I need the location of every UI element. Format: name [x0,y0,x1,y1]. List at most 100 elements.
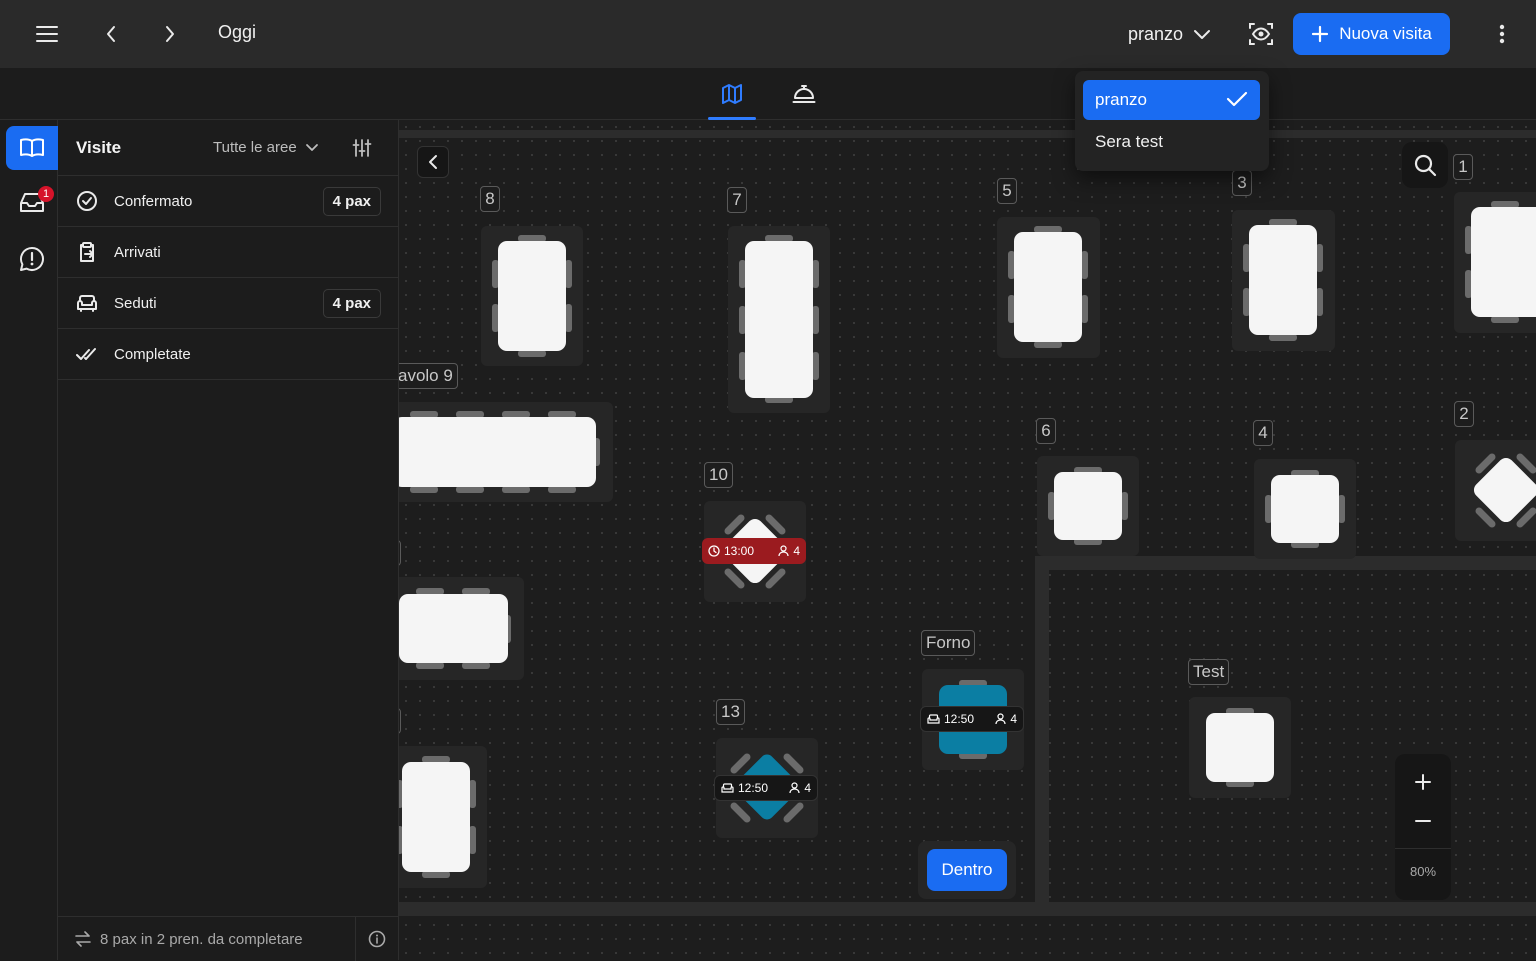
rail-alerts[interactable] [6,237,58,281]
reservation-chip-seated[interactable]: 12:50 4 [714,775,818,801]
status-row-arrived[interactable]: Arrivati [58,227,399,278]
service-select[interactable]: pranzo [1118,16,1221,52]
zoom-out-button[interactable] [1395,801,1451,841]
reservation-time: 12:50 [944,712,975,726]
footer-summary: 8 pax in 2 pren. da completare [100,931,303,948]
status-label: Seduti [114,295,157,312]
floor-map[interactable]: 8 7 5 3 1 avolo 9 10 13:00 4 6 4 2 Forno… [399,120,1536,960]
reservation-time: 12:50 [738,781,769,795]
chevron-left-icon[interactable] [95,18,127,50]
plus-icon [1312,25,1329,43]
status-label: Confermato [114,193,193,210]
zoom-in-button[interactable] [1395,762,1451,802]
tab-map[interactable] [708,68,756,120]
table-1[interactable] [1454,192,1536,333]
map-search-button[interactable] [1402,142,1448,188]
table-edge-2[interactable] [399,746,487,888]
table-label-4: 4 [1253,420,1273,446]
table-9-shape [399,411,600,493]
table-9[interactable] [399,402,613,502]
table-label-edge-2: 2 [399,708,401,734]
table-edge-1[interactable] [399,577,524,680]
table-10[interactable]: 13:00 4 [702,501,806,602]
status-label: Completate [114,346,191,363]
person-icon [995,713,1006,725]
table-7-shape [739,235,819,403]
menu-icon[interactable] [31,18,63,50]
table-2[interactable] [1455,440,1536,541]
table-8-shape [492,235,572,357]
zoom-level: 80% [1409,864,1437,879]
chevron-left-icon [429,155,437,169]
table-test[interactable] [1189,697,1291,798]
reservation-chip-upcoming[interactable]: 13:00 4 [702,538,806,564]
sliders-icon[interactable] [352,138,372,158]
status-row-confirmed[interactable]: Confermato 4 pax [58,176,399,227]
zoom-control: 80% [1395,754,1451,900]
check-circle-icon [76,190,98,212]
chevron-right-icon[interactable] [154,18,186,50]
info-icon[interactable] [368,930,386,948]
table-label-test: Test [1188,659,1230,685]
reservation-guests: 4 [804,781,811,795]
table-5-shape [1008,226,1088,348]
service-option-sera-test[interactable]: Sera test [1083,122,1260,162]
table-6[interactable] [1037,456,1139,556]
table-label-1: 1 [1453,154,1473,180]
table-label-edge-1: 1 [399,540,401,566]
option-label: Sera test [1095,132,1164,151]
table-forno[interactable]: 12:50 4 [920,669,1024,770]
wall-top [399,130,1536,138]
table-8[interactable] [481,226,583,366]
service-select-value: pranzo [1128,23,1184,44]
collapse-panel-button[interactable] [417,146,449,178]
new-visit-label: Nuova visita [1339,24,1432,43]
footer-divider [355,917,356,961]
person-icon [789,782,800,794]
status-row-completed[interactable]: Completate [58,329,399,380]
table-edge-2-shape [399,756,476,878]
swap-arrows-icon [74,931,92,947]
status-row-seated[interactable]: Seduti 4 pax [58,278,399,329]
table-7[interactable] [728,226,830,413]
chevron-down-icon [1194,30,1211,39]
option-label: pranzo [1095,90,1147,109]
table-1-shape [1465,201,1536,323]
reservation-chip-seated[interactable]: 12:50 4 [920,706,1024,732]
plus-icon [1415,774,1431,790]
panel-footer: 8 pax in 2 pren. da completare [58,916,399,961]
map-icon [722,84,742,104]
pax-count: 4 pax [322,289,381,318]
check-icon [1226,91,1248,107]
service-option-pranzo[interactable]: pranzo [1083,80,1260,120]
sofa-icon [76,292,98,314]
top-bar: Oggi pranzo Nuova visita [0,0,1536,68]
table-6-shape [1048,467,1128,545]
table-2-shape [1473,453,1536,528]
rail-visits[interactable] [6,126,58,170]
rail-inbox[interactable]: 1 [6,180,58,224]
date-title[interactable]: Oggi [218,22,256,43]
service-bell-icon [792,85,816,103]
panel-header: Visite Tutte le aree [58,120,399,176]
area-dentro-button[interactable]: Dentro [927,849,1007,891]
area-filter[interactable]: Tutte le aree [213,139,319,156]
table-label-forno: Forno [921,630,976,656]
view-eye-icon[interactable] [1245,18,1277,50]
table-4[interactable] [1254,459,1356,559]
table-label-6: 6 [1036,418,1056,444]
table-label-5: 5 [997,178,1017,204]
table-13[interactable]: 12:50 4 [714,738,818,838]
table-3[interactable] [1232,210,1335,351]
tab-service[interactable] [780,68,828,120]
inbox-badge: 1 [38,186,54,202]
table-5[interactable] [997,217,1100,358]
wall-inner-vertical [1035,556,1049,916]
new-visit-button[interactable]: Nuova visita [1293,13,1450,55]
clock-icon [708,545,720,557]
arrived-clipboard-icon [76,241,98,263]
table-label-9: avolo 9 [399,363,458,389]
more-vertical-icon[interactable] [1486,18,1518,50]
table-label-13: 13 [716,699,745,725]
table-4-shape [1265,470,1345,548]
